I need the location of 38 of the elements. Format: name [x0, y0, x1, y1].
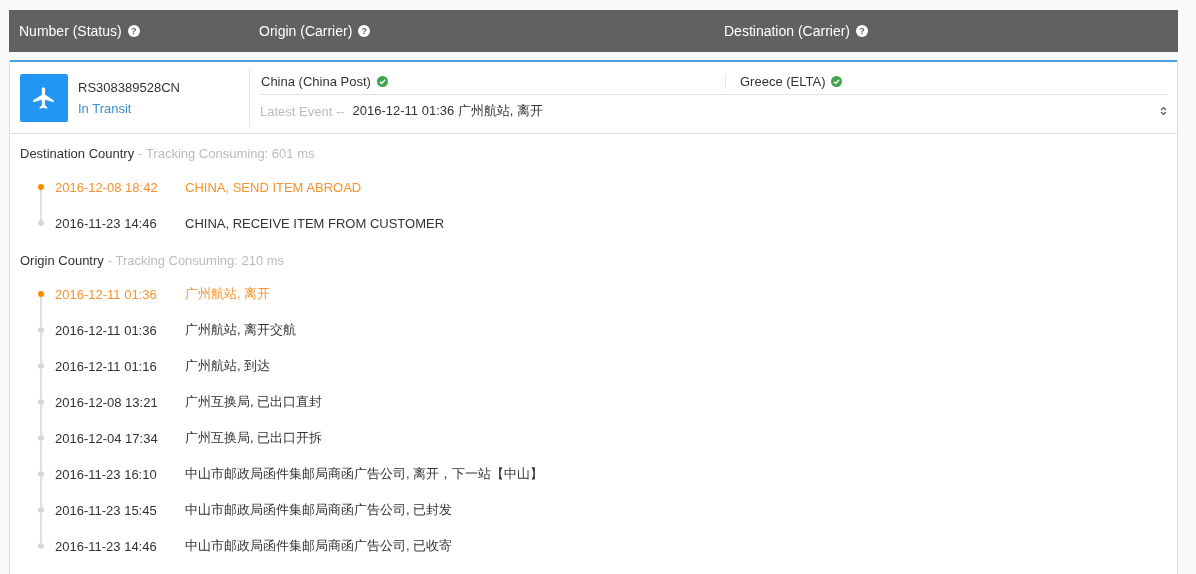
tracking-time: - Tracking Consuming: 210 ms [107, 253, 285, 268]
event-description: 广州互换局, 已出口直封 [185, 393, 323, 411]
airplane-icon [20, 73, 68, 122]
column-header: Number (Status) [19, 23, 122, 39]
event-description: 广州航站, 离开 [185, 285, 271, 303]
help-icon[interactable]: ? [856, 25, 869, 37]
help-icon[interactable]: ? [127, 25, 140, 37]
event-time: 2016-12-11 01:36 [55, 322, 158, 338]
event-description: 中山市邮政局函件集邮局商函广告公司, 离开，下一站【中山】 [185, 465, 544, 483]
event-time: 2016-11-23 14:46 [55, 215, 158, 231]
help-icon[interactable]: ? [358, 25, 371, 37]
event-description: 广州航站, 到达 [185, 357, 271, 375]
tracking-number: RS308389528CN [78, 79, 180, 95]
event-description: 广州互换局, 已出口开拆 [185, 429, 323, 447]
event-description: 中山市邮政局函件集邮局商函广告公司, 已收寄 [185, 537, 453, 555]
event-description: CHINA, SEND ITEM ABROAD [185, 179, 362, 195]
event-time: 2016-11-23 16:10 [55, 466, 158, 482]
tracking-time: - Tracking Consuming: 601 ms [138, 146, 315, 161]
column-header: Destination (Carrier) [724, 23, 851, 39]
event-time: 2016-12-08 13:21 [55, 394, 159, 410]
latest-event-label: Latest Event -- [260, 103, 345, 119]
destination-carrier: Greece (ELTA) [740, 73, 826, 89]
section-title: Origin Country [20, 253, 104, 268]
collapse-icon[interactable] [1160, 106, 1167, 116]
event-time: 2016-11-23 14:46 [55, 538, 158, 554]
event-description: CHINA, RECEIVE ITEM FROM CUSTOMER [185, 215, 445, 231]
column-header: Origin (Carrier) [259, 23, 353, 39]
origin-carrier: China (China Post) [261, 73, 371, 89]
latest-event: 2016-12-11 01:36 广州航站, 离开 [352, 102, 544, 120]
section-title: Destination Country [20, 146, 135, 161]
event-description: 广州航站, 离开交航 [185, 321, 297, 339]
event-time: 2016-11-23 15:45 [55, 502, 158, 518]
event-time: 2016-12-11 01:16 [55, 358, 158, 374]
event-description: 中山市邮政局函件集邮局商函广告公司, 已封发 [185, 501, 453, 519]
event-time: 2016-12-11 01:36 [55, 286, 158, 302]
event-time: 2016-12-04 17:34 [55, 430, 159, 446]
event-time: 2016-12-08 18:42 [55, 179, 159, 195]
status-text: In Transit [78, 100, 133, 116]
